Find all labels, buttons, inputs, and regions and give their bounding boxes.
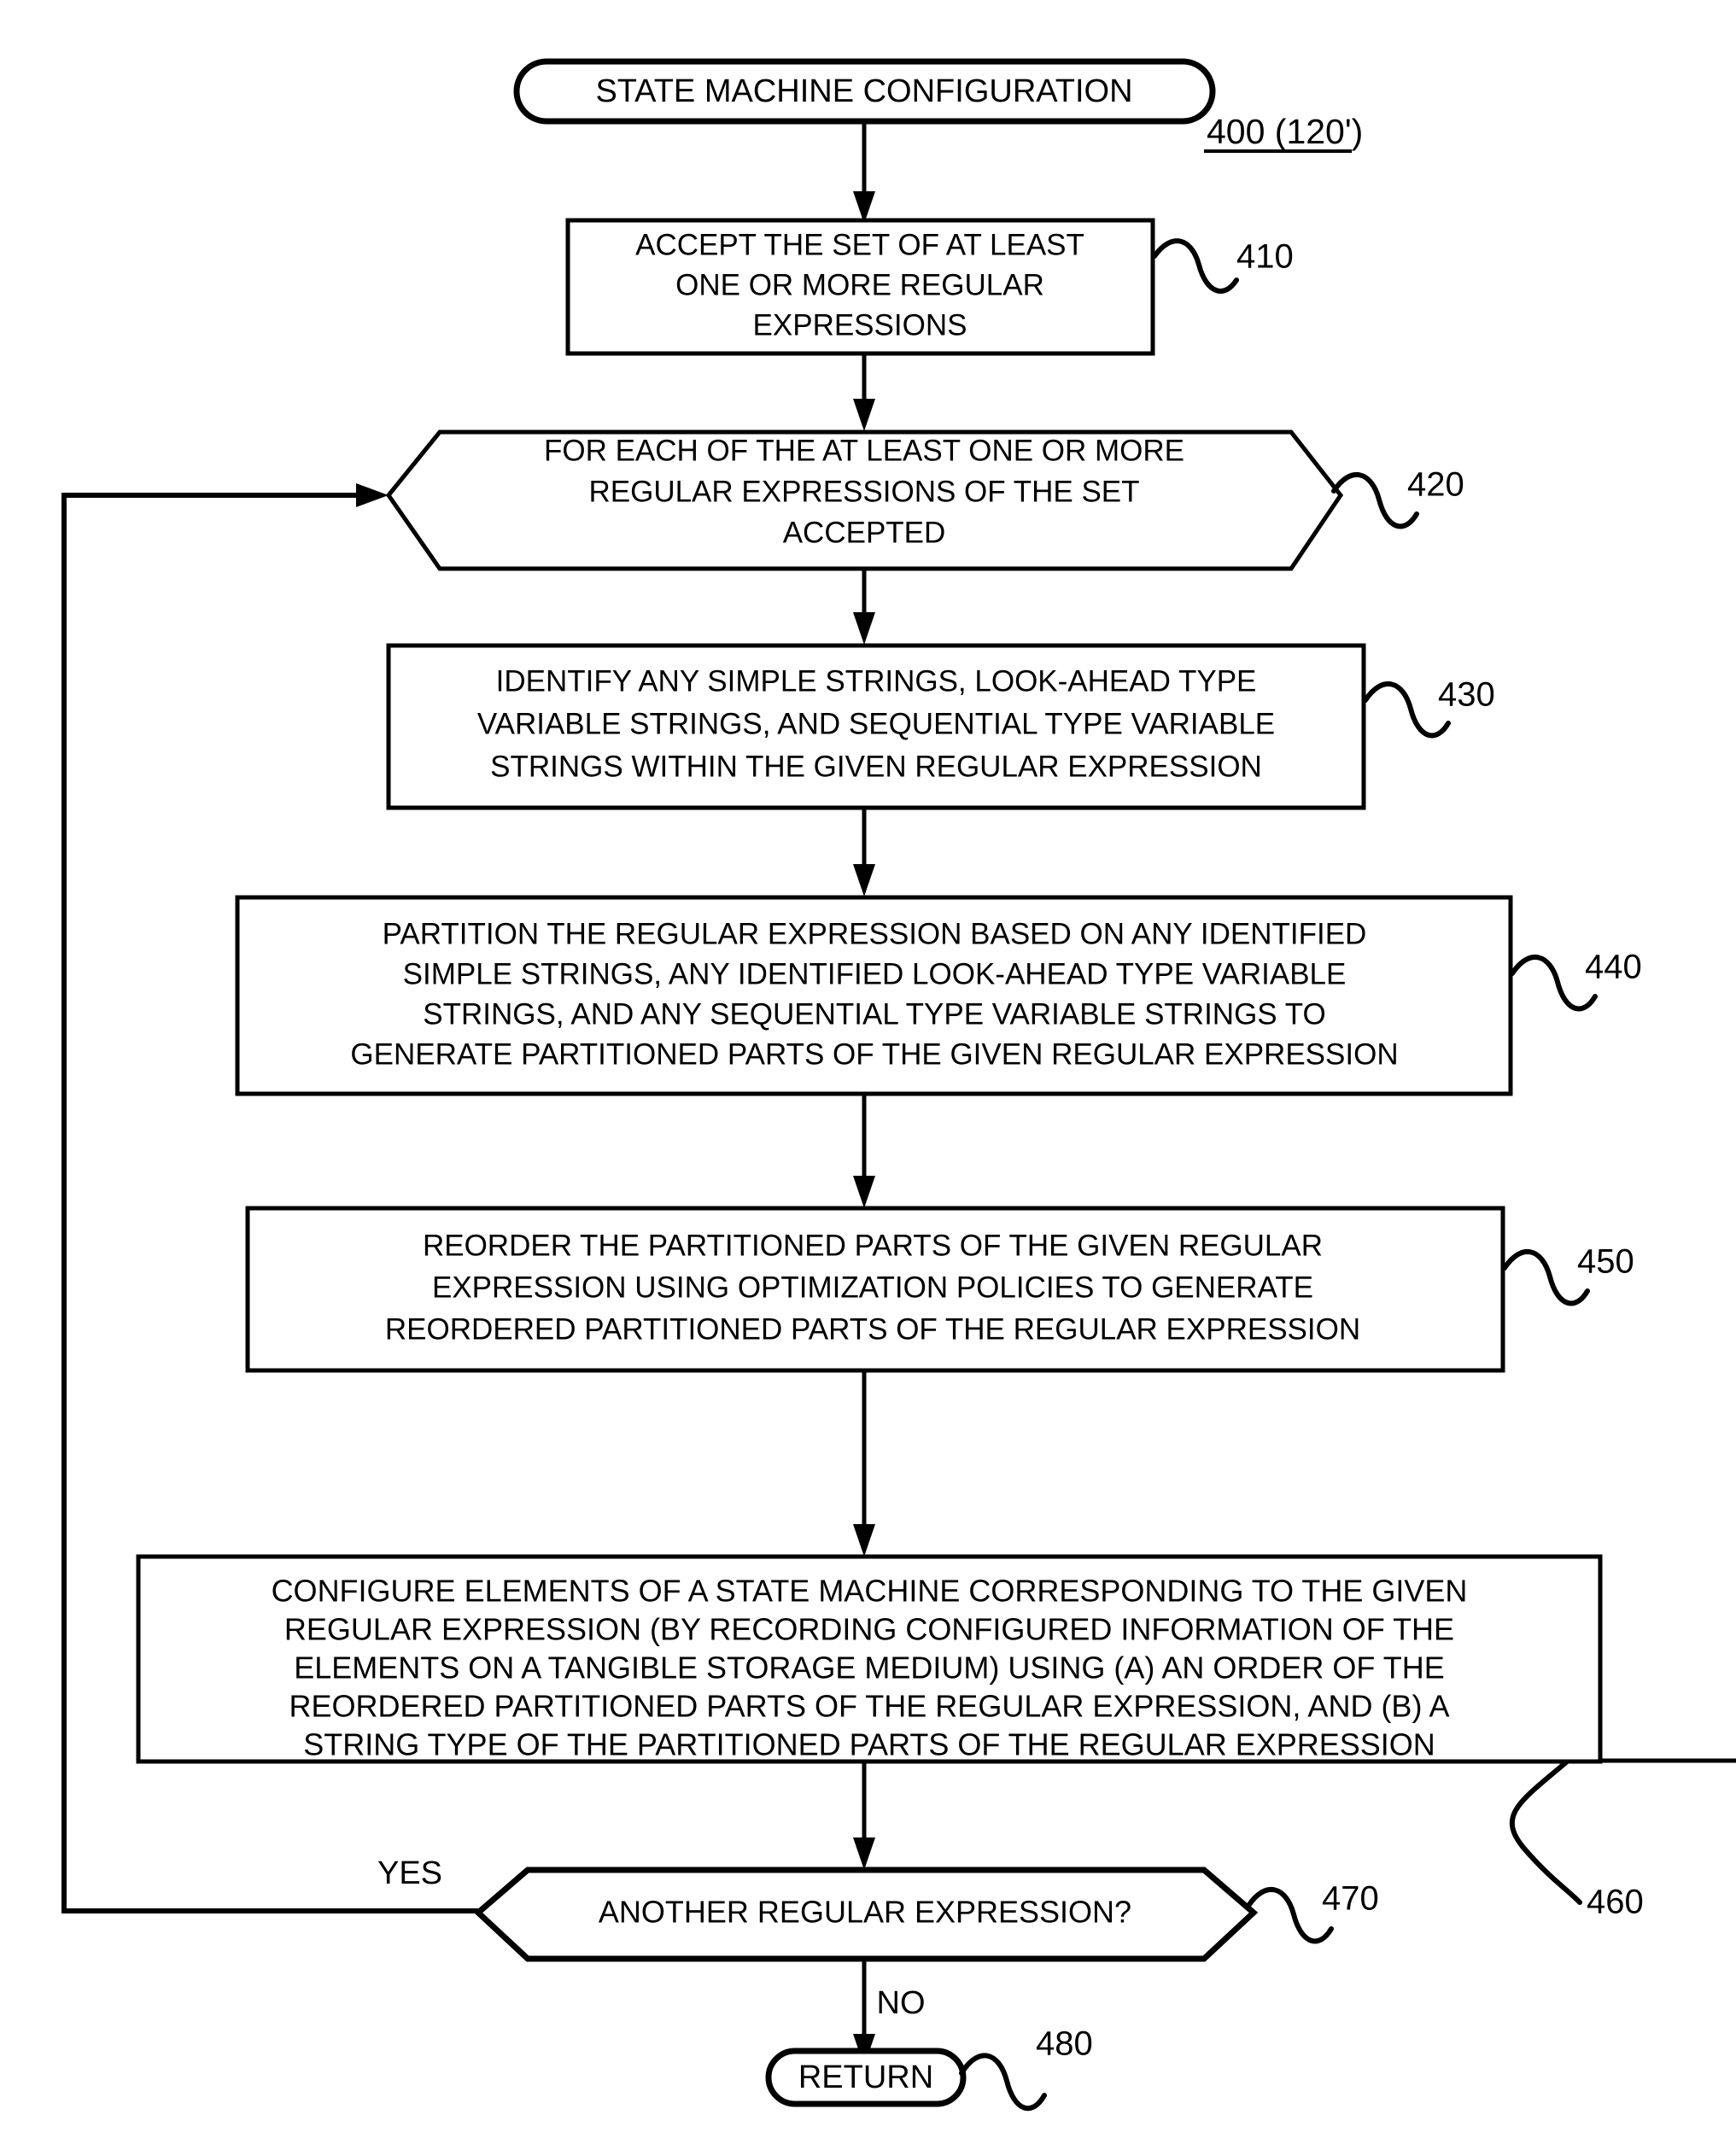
ref-label-430: 430 — [1438, 676, 1495, 714]
patent-flowchart-figure: STATE MACHINE CONFIGURATION 400 (120') A… — [0, 0, 1736, 2150]
step460-line-1: REGULAR EXPRESSION (BY RECORDING CONFIGU… — [284, 1612, 1454, 1647]
ref-label-470: 470 — [1322, 1880, 1379, 1918]
ref-label-450: 450 — [1577, 1243, 1634, 1281]
ref-squiggle-440: 440 — [1510, 949, 1642, 1012]
edge-label-no: NO — [877, 1985, 926, 2021]
step410-line-1: ONE OR MORE REGULAR — [675, 268, 1044, 301]
ref-label-420: 420 — [1407, 466, 1464, 504]
step460-line-0: CONFIGURE ELEMENTS OF A STATE MACHINE CO… — [272, 1574, 1468, 1609]
step440-line-2: STRINGS, AND ANY SEQUENTIAL TYPE VARIABL… — [423, 997, 1325, 1031]
step480-label: RETURN — [798, 2059, 933, 2095]
connector-450-to-460 — [853, 1370, 875, 1557]
step470-label: ANOTHER REGULAR EXPRESSION? — [599, 1895, 1131, 1930]
figure-reference-label: 400 (120') — [1204, 112, 1363, 153]
node-step-410: ACCEPT THE SET OF AT LEAST ONE OR MORE R… — [565, 218, 1155, 356]
ref-squiggle-420: 420 — [1331, 466, 1464, 529]
flowchart-canvas: STATE MACHINE CONFIGURATION 400 (120') A… — [61, 58, 1736, 2112]
step430-line-1: VARIABLE STRINGS, AND SEQUENTIAL TYPE VA… — [477, 707, 1275, 740]
node-step-440: PARTITION THE REGULAR EXPRESSION BASED O… — [235, 895, 1513, 1096]
step460-line-2: ELEMENTS ON A TANGIBLE STORAGE MEDIUM) U… — [294, 1650, 1445, 1686]
step450-line-0: REORDER THE PARTITIONED PARTS OF THE GIV… — [423, 1229, 1323, 1262]
ref-label-440: 440 — [1585, 949, 1642, 986]
ref-label-410: 410 — [1236, 238, 1294, 276]
ref-squiggle-450: 450 — [1502, 1243, 1634, 1306]
step410-line-2: EXPRESSIONS — [753, 308, 967, 342]
figure-number: 400 (120') — [1207, 112, 1363, 151]
ref-squiggle-460: 460 — [1509, 1760, 1644, 1921]
connector-430-to-440 — [853, 808, 875, 897]
ref-squiggle-410: 410 — [1152, 238, 1294, 294]
step420-line-0: FOR EACH OF THE AT LEAST ONE OR MORE — [544, 434, 1184, 467]
ref-label-460: 460 — [1587, 1884, 1644, 1921]
start-label: STATE MACHINE CONFIGURATION — [595, 73, 1132, 109]
node-start: STATE MACHINE CONFIGURATION — [513, 58, 1216, 125]
ref-label-480: 480 — [1036, 2025, 1093, 2063]
step420-line-2: ACCEPTED — [783, 516, 946, 549]
step440-line-0: PARTITION THE REGULAR EXPRESSION BASED O… — [383, 917, 1367, 950]
node-step-460: CONFIGURE ELEMENTS OF A STATE MACHINE CO… — [136, 1554, 1603, 1764]
node-step-450: REORDER THE PARTITIONED PARTS OF THE GIV… — [245, 1206, 1505, 1373]
connector-460-to-470 — [853, 1758, 1736, 1870]
node-step-430: IDENTIFY ANY SIMPLE STRINGS, LOOK-AHEAD … — [386, 643, 1366, 810]
connector-start-to-410 — [853, 120, 875, 224]
node-step-420: FOR EACH OF THE AT LEAST ONE OR MORE REG… — [385, 429, 1344, 571]
step450-line-2: REORDERED PARTITIONED PARTS OF THE REGUL… — [385, 1312, 1360, 1346]
ref-squiggle-430: 430 — [1363, 676, 1495, 739]
ref-squiggle-470: 470 — [1246, 1880, 1379, 1944]
node-step-480: RETURN — [765, 2048, 967, 2107]
node-step-470: ANOTHER REGULAR EXPRESSION? — [473, 1867, 1259, 1962]
step410-line-0: ACCEPT THE SET OF AT LEAST — [635, 228, 1084, 261]
step460-line-4: STRING TYPE OF THE PARTITIONED PARTS OF … — [303, 1727, 1435, 1762]
step440-line-3: GENERATE PARTITIONED PARTS OF THE GIVEN … — [350, 1037, 1398, 1071]
step440-line-1: SIMPLE STRINGS, ANY IDENTIFIED LOOK-AHEA… — [403, 957, 1347, 990]
ref-squiggle-480: 480 — [959, 2025, 1093, 2112]
step460-line-3: REORDERED PARTITIONED PARTS OF THE REGUL… — [289, 1689, 1450, 1724]
step450-line-1: EXPRESSION USING OPTIMIZATION POLICIES T… — [432, 1271, 1313, 1304]
step430-line-0: IDENTIFY ANY SIMPLE STRINGS, LOOK-AHEAD … — [496, 664, 1257, 698]
step420-line-1: REGULAR EXPRESSIONS OF THE SET — [588, 475, 1139, 508]
connector-440-to-450 — [853, 1094, 875, 1208]
connector-420-to-430 — [853, 570, 875, 645]
connector-410-to-420 — [853, 353, 875, 431]
edge-label-yes: YES — [377, 1855, 442, 1891]
step430-line-2: STRINGS WITHIN THE GIVEN REGULAR EXPRESS… — [490, 750, 1262, 783]
